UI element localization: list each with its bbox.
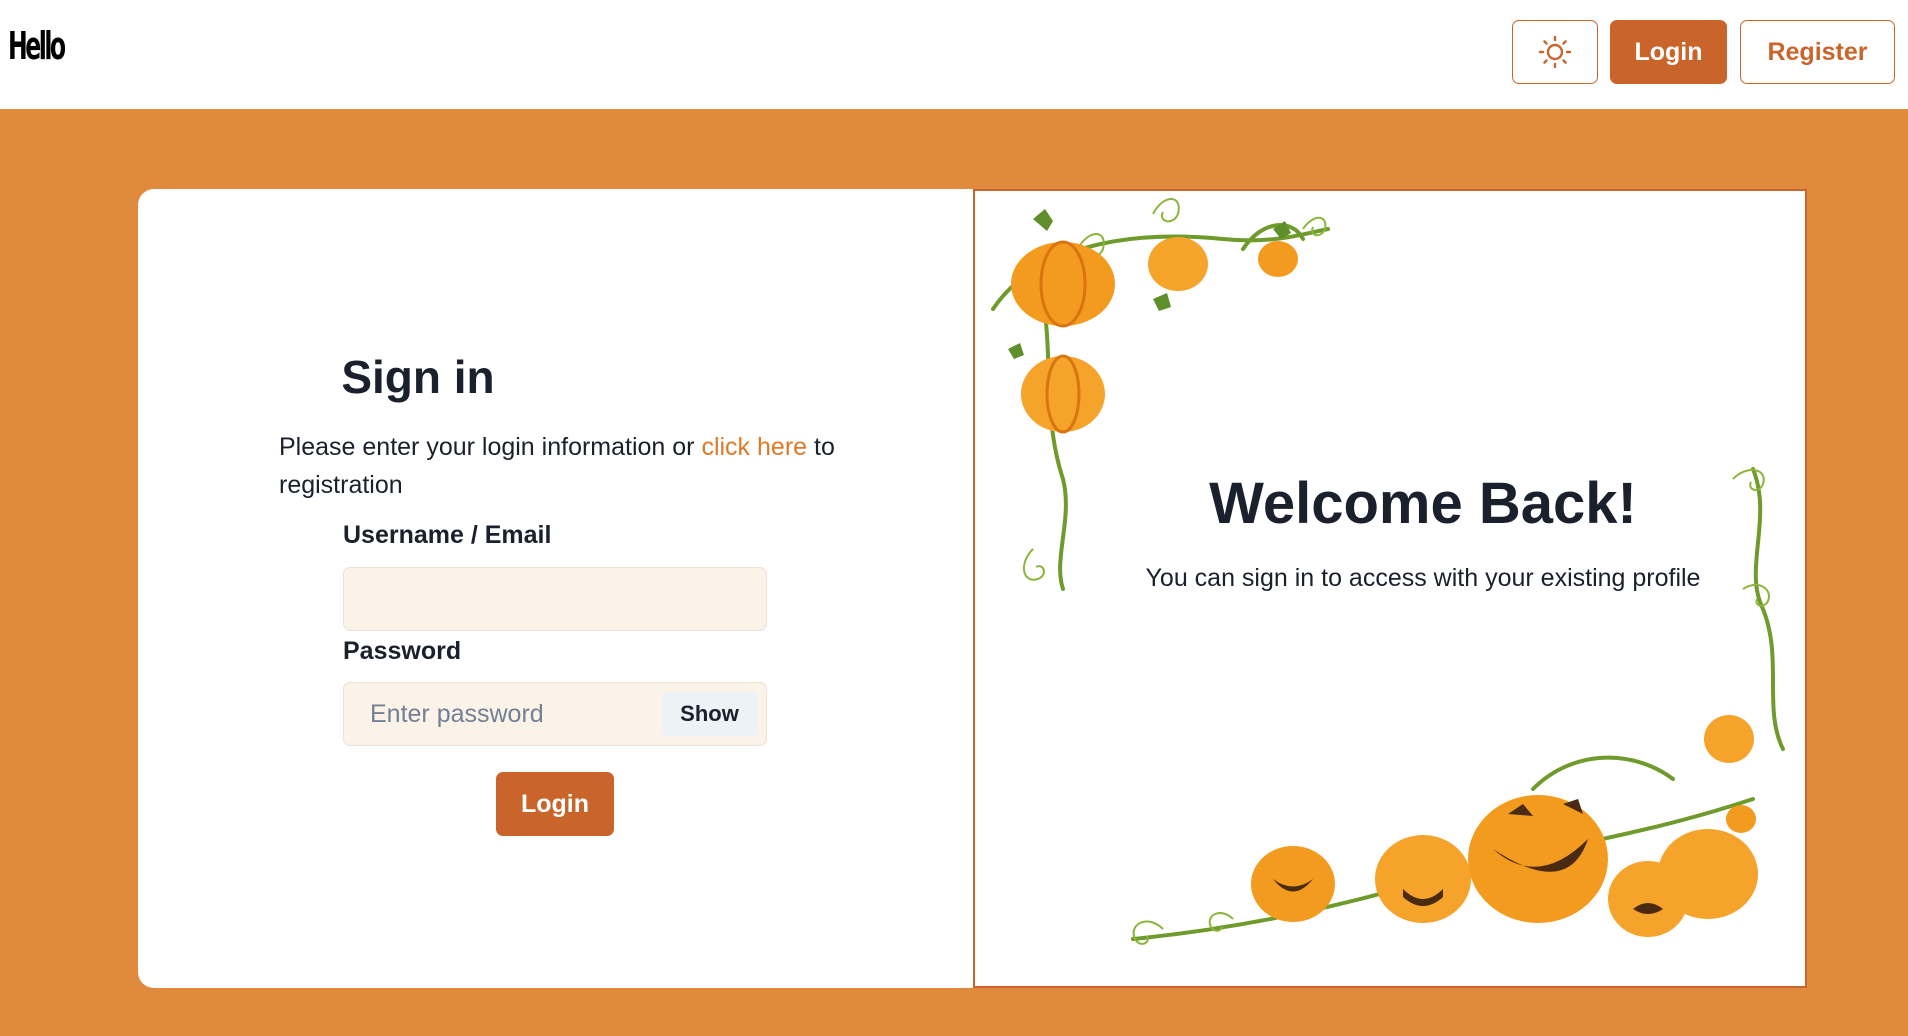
password-placeholder: Enter password xyxy=(370,700,544,728)
signin-intro: Please enter your login information or c… xyxy=(279,428,849,504)
welcome-title: Welcome Back! xyxy=(1209,471,1637,536)
intro-text: Please enter your login information or xyxy=(279,433,702,461)
nav-register-button[interactable]: Register xyxy=(1740,20,1895,84)
show-password-button[interactable]: Show xyxy=(661,692,758,736)
sun-icon xyxy=(1538,35,1572,69)
username-field[interactable] xyxy=(343,567,767,631)
signin-title: Sign in xyxy=(341,351,495,403)
theme-toggle-button[interactable] xyxy=(1512,20,1598,84)
register-link[interactable]: click here xyxy=(701,433,807,461)
password-field[interactable]: Enter password Show xyxy=(343,682,767,746)
top-navbar: Hello Login Register xyxy=(0,0,1908,109)
logo[interactable]: Hello xyxy=(8,18,66,74)
login-submit-button[interactable]: Login xyxy=(496,772,614,836)
password-label: Password xyxy=(343,637,462,665)
username-label: Username / Email xyxy=(343,521,552,549)
welcome-subtitle: You can sign in to access with your exis… xyxy=(1145,564,1701,592)
nav-login-button[interactable]: Login xyxy=(1610,20,1727,84)
